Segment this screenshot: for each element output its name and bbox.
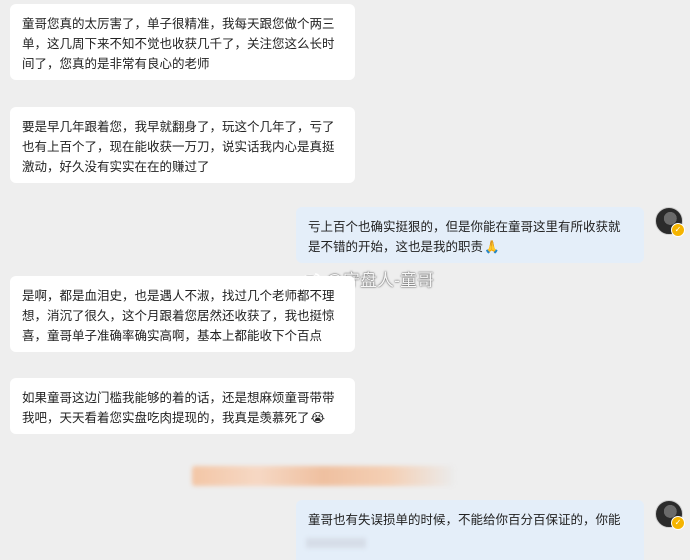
message-text: 童哥您真的太厉害了，单子很精准，我每天跟您做个两三单，这几周下来不知不觉也收获几…: [22, 16, 335, 71]
sender-avatar[interactable]: ✓: [655, 500, 685, 530]
redacted-blur-strip: [192, 466, 454, 486]
message-bubble-outgoing-1[interactable]: 亏上百个也确实挺狠的，但是你能在童哥这里有所收获就是不错的开始，这也是我的职责🙏: [296, 207, 644, 263]
message-bubble-incoming-3[interactable]: 是啊，都是血泪史，也是遇人不淑，找过几个老师都不理想，消沉了很久，这个月跟着您居…: [10, 276, 355, 352]
verified-badge-icon: ✓: [671, 223, 685, 237]
message-text: 亏上百个也确实挺狠的，但是你能在童哥这里有所收获就是不错的开始，这也是我的职责: [308, 219, 621, 254]
message-bubble-incoming-2[interactable]: 要是早几年跟着您，我早就翻身了，玩这个几年了，亏了也有上百个了，现在能收获一万刀…: [10, 107, 355, 183]
message-bubble-incoming-1[interactable]: 童哥您真的太厉害了，单子很精准，我每天跟您做个两三单，这几周下来不知不觉也收获几…: [10, 4, 355, 80]
message-bubble-outgoing-2[interactable]: 童哥也有失误损单的时候，不能给你百分百保证的，你能: [296, 500, 644, 560]
crying-face-emoji-icon: 😭: [310, 410, 326, 425]
folded-hands-emoji-icon: 🙏: [484, 239, 500, 254]
message-text: 要是早几年跟着您，我早就翻身了，玩这个几年了，亏了也有上百个了，现在能收获一万刀…: [22, 119, 335, 174]
message-text: 是啊，都是血泪史，也是遇人不淑，找过几个老师都不理想，消沉了很久，这个月跟着您居…: [22, 288, 335, 343]
redacted-blur-bottom: [306, 538, 366, 548]
message-text: 童哥也有失误损单的时候，不能给你百分百保证的，你能: [308, 512, 621, 527]
sender-avatar[interactable]: ✓: [655, 207, 685, 237]
message-text: 如果童哥这边门槛我能够的着的话，还是想麻烦童哥带带我吧，天天看着您实盘吃肉提现的…: [22, 390, 335, 425]
verified-badge-icon: ✓: [671, 516, 685, 530]
message-bubble-incoming-4[interactable]: 如果童哥这边门槛我能够的着的话，还是想麻烦童哥带带我吧，天天看着您实盘吃肉提现的…: [10, 378, 355, 434]
